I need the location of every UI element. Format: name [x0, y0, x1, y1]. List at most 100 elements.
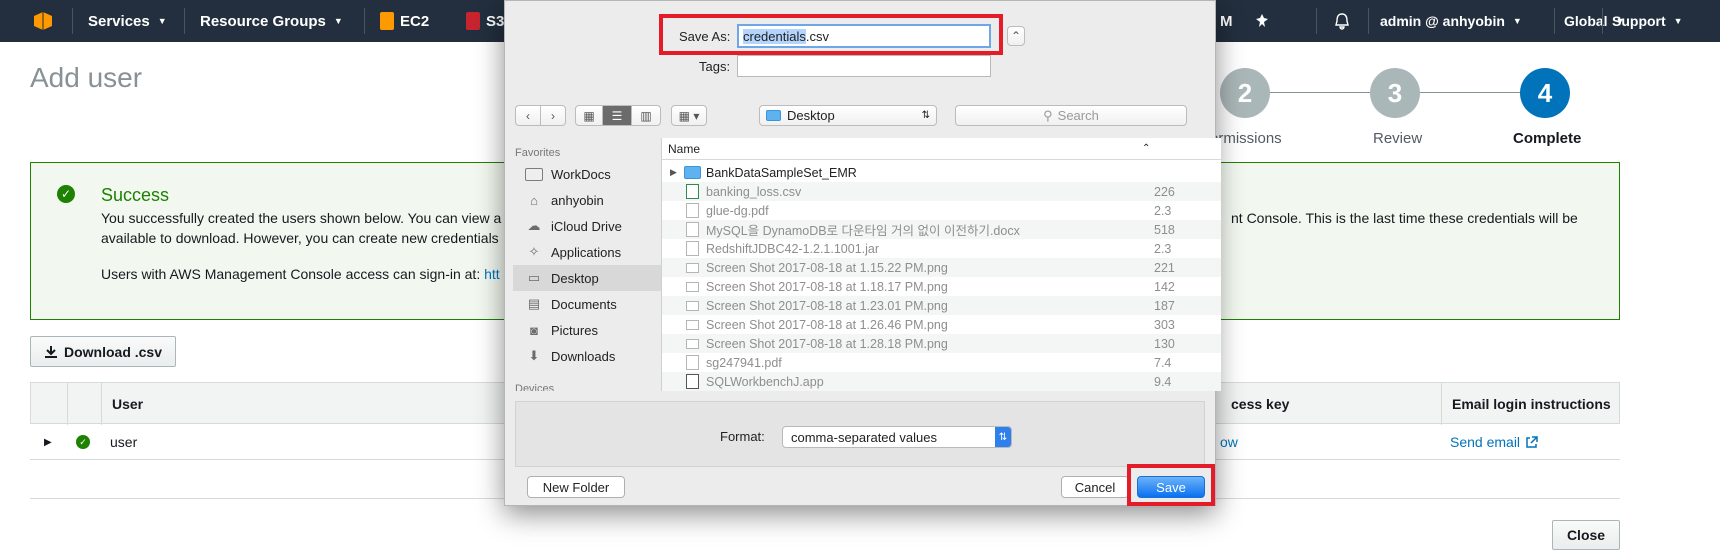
- sort-chevron-icon: ⌃: [1142, 143, 1151, 154]
- status-check-icon: ✓: [76, 424, 90, 460]
- list-item[interactable]: sg247941.pdf 7.4: [662, 353, 1221, 372]
- disclosure-triangle-icon[interactable]: ▶: [670, 167, 677, 178]
- app-file-icon: [686, 374, 699, 389]
- file-list: Name ⌃ ▶ BankDataSampleSet_EMR banking_los…: [661, 138, 1221, 391]
- pdf-file-icon: [686, 203, 699, 218]
- home-icon: ⌂: [530, 192, 538, 208]
- save-dialog: Save As: credentials .csv ⌃ Tags: ‹ › ▦ ☰…: [504, 0, 1221, 506]
- sidebar-item-icloud[interactable]: ☁ iCloud Drive: [513, 213, 663, 239]
- sidebar-item-applications[interactable]: ✧ Applications: [513, 239, 663, 265]
- list-item[interactable]: RedshiftJDBC42-1.2.1.1001.jar 2.3: [662, 239, 1221, 258]
- list-item[interactable]: Screen Shot 2017-08-18 at 1.26.46 PM.png…: [662, 315, 1221, 334]
- cloud-icon: ☁: [527, 218, 541, 233]
- list-item[interactable]: banking_loss.csv 226: [662, 182, 1221, 201]
- name-column-header[interactable]: Name ⌃: [662, 138, 1221, 160]
- success-message-line1: You successfully created the users shown…: [101, 210, 502, 226]
- image-file-icon: [686, 300, 699, 311]
- list-item[interactable]: Screen Shot 2017-08-18 at 1.15.22 PM.png…: [662, 258, 1221, 277]
- folder-icon: [766, 110, 781, 121]
- camera-icon: ◙: [530, 322, 538, 338]
- image-file-icon: [686, 338, 699, 349]
- updown-chevron-icon: ⇅: [995, 427, 1011, 447]
- list-item[interactable]: ▶ BankDataSampleSet_EMR: [662, 163, 1221, 182]
- icon-view-icon[interactable]: ▦: [575, 105, 603, 126]
- show-secret-link[interactable]: ow: [1220, 424, 1238, 460]
- format-panel: Format: comma-separated values ⇅: [515, 401, 1205, 467]
- back-button[interactable]: ‹: [515, 105, 541, 126]
- list-item[interactable]: glue-dg.pdf 2.3: [662, 201, 1221, 220]
- sidebar-item-anhyobin[interactable]: ⌂ anhyobin: [513, 187, 663, 213]
- download-icon: [44, 345, 57, 358]
- tags-input[interactable]: [737, 55, 991, 77]
- tags-label: Tags:: [699, 59, 731, 74]
- folder-icon: [525, 167, 543, 181]
- pin-icon[interactable]: [1254, 0, 1270, 42]
- applications-icon: ✧: [528, 244, 540, 259]
- step-4-circle: 4: [1520, 68, 1570, 118]
- desktop-icon: ▭: [527, 270, 541, 285]
- column-view-icon[interactable]: ▥: [631, 105, 661, 126]
- success-title: Success: [101, 185, 170, 205]
- user-column-header: User: [101, 383, 531, 425]
- s3-shortcut[interactable]: S3: [466, 0, 504, 42]
- s3-icon: [466, 12, 480, 30]
- cancel-button[interactable]: Cancel: [1061, 476, 1129, 498]
- email-column-header: Email login instructions: [1441, 383, 1621, 425]
- forward-button[interactable]: ›: [540, 105, 566, 126]
- documents-icon: ▤: [527, 296, 541, 311]
- list-item[interactable]: MySQL을 DynamoDB로 다운타임 거의 없이 이전하기.docx 518: [662, 220, 1221, 239]
- resource-groups-menu[interactable]: Resource Groups ▼: [200, 0, 343, 42]
- image-file-icon: [686, 281, 699, 292]
- list-view-icon[interactable]: ☰: [602, 105, 632, 126]
- signin-message: Users with AWS Management Console access…: [101, 266, 500, 282]
- support-menu[interactable]: Support ▼: [1612, 0, 1683, 42]
- list-item[interactable]: Screen Shot 2017-08-18 at 1.18.17 PM.png…: [662, 277, 1221, 296]
- ec2-icon: [380, 12, 394, 30]
- list-item[interactable]: Screen Shot 2017-08-18 at 1.23.01 PM.png…: [662, 296, 1221, 315]
- chevron-down-icon: ▼: [157, 16, 167, 26]
- filename-highlight-box: [659, 14, 1003, 55]
- sidebar-item-downloads[interactable]: ⬇ Downloads: [513, 343, 663, 369]
- bell-icon[interactable]: [1334, 0, 1350, 42]
- sidebar-item-workdocs[interactable]: WorkDocs: [513, 161, 663, 187]
- step-3-circle: 3: [1370, 68, 1420, 118]
- search-field[interactable]: ⚲ Search: [955, 105, 1187, 126]
- dialog-sidebar: WorkDocs ⌂ anhyobin ☁ iCloud Drive ✧ Applic…: [513, 141, 663, 391]
- step-2-circle: 2: [1220, 68, 1270, 118]
- devices-heading: Devices: [515, 383, 555, 391]
- select-column-header: [67, 383, 103, 425]
- send-email-link[interactable]: Send email: [1450, 424, 1538, 460]
- user-cell: user: [110, 434, 138, 450]
- account-menu[interactable]: admin @ anhyobin ▼: [1380, 0, 1522, 42]
- updown-chevron-icon: ⇅: [921, 110, 930, 121]
- expand-dialog-button[interactable]: ⌃: [1007, 26, 1025, 46]
- download-circle-icon: ⬇: [528, 348, 540, 363]
- external-link-icon: [1526, 435, 1538, 448]
- signin-link[interactable]: htt: [484, 266, 500, 282]
- sidebar-item-desktop[interactable]: ▭ Desktop: [513, 265, 663, 291]
- chevron-down-icon: ▼: [1512, 16, 1522, 26]
- sidebar-item-pictures[interactable]: ◙ Pictures: [513, 317, 663, 343]
- close-button[interactable]: Close: [1552, 520, 1620, 550]
- sidebar-item-documents[interactable]: ▤ Documents: [513, 291, 663, 317]
- download-csv-button[interactable]: Download .csv: [30, 336, 176, 367]
- chevron-down-icon: ▼: [1673, 16, 1683, 26]
- new-folder-button[interactable]: New Folder: [527, 476, 625, 498]
- success-message-line1-right: nt Console. This is the last time these …: [1231, 210, 1578, 226]
- success-message-line2: available to download. However, you can …: [101, 230, 499, 246]
- pdf-file-icon: [686, 355, 699, 370]
- format-select[interactable]: comma-separated values ⇅: [782, 426, 1012, 448]
- group-by-icon[interactable]: ▦ ▾: [671, 105, 707, 126]
- csv-file-icon: [686, 184, 699, 199]
- list-item[interactable]: Screen Shot 2017-08-18 at 1.28.18 PM.png…: [662, 334, 1221, 353]
- expand-triangle-icon[interactable]: ▶: [44, 424, 52, 460]
- step-4-label: Complete: [1513, 130, 1582, 147]
- location-popup[interactable]: Desktop ⇅: [759, 105, 937, 126]
- format-label: Format:: [720, 429, 765, 444]
- m-shortcut-partial[interactable]: M: [1220, 0, 1233, 42]
- ec2-shortcut[interactable]: EC2: [380, 0, 429, 42]
- services-menu[interactable]: Services ▼: [88, 0, 167, 42]
- list-item[interactable]: SQLWorkbenchJ.app 9.4: [662, 372, 1221, 391]
- aws-logo-icon[interactable]: [32, 0, 54, 42]
- save-highlight-box: [1127, 464, 1215, 506]
